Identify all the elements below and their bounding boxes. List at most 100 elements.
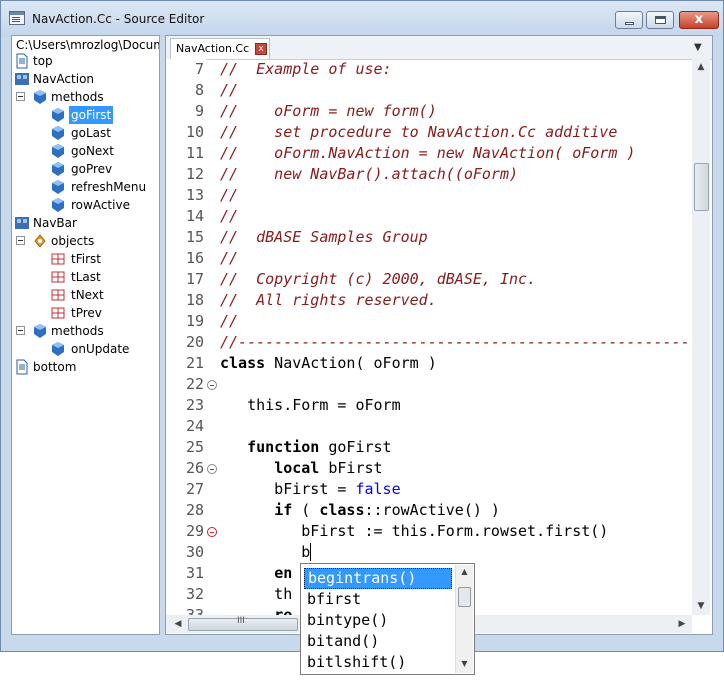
autocomplete-item[interactable]: begintrans() (304, 568, 452, 589)
scroll-left-icon[interactable]: ◀ (170, 615, 186, 633)
code-line: //--------------------------------------… (220, 333, 692, 351)
tree-item-methods[interactable]: methods (14, 88, 106, 106)
document-icon (16, 53, 28, 69)
method-cube-icon (52, 126, 64, 140)
maximize-button[interactable] (646, 11, 674, 29)
text-object-icon (51, 307, 65, 319)
scroll-down-icon[interactable]: ▼ (456, 659, 473, 668)
window-title: NavAction.Cc - Source Editor (32, 12, 205, 26)
code-line: // Copyright (c) 2000, dBASE, Inc. (220, 270, 537, 288)
objects-icon (34, 234, 46, 248)
code-line: bFirst := this.Form.rowset.first() (220, 522, 609, 540)
tree-item-objects[interactable]: objects (14, 232, 96, 250)
code-line: en (274, 564, 293, 582)
tree-item-top[interactable]: top (14, 52, 55, 70)
tree-item-goprev[interactable]: goPrev (14, 160, 114, 178)
tree-item-tnext[interactable]: tNext (14, 286, 106, 304)
tab-navaction[interactable]: NavAction.Cc x (170, 38, 270, 59)
code-line: // (220, 81, 239, 99)
methods-cube-icon (34, 324, 46, 338)
method-cube-icon (52, 144, 64, 158)
tree-item-tprev[interactable]: tPrev (14, 304, 104, 322)
code-text-area[interactable]: // Example of use: // // oForm = new for… (220, 59, 692, 615)
vertical-scrollbar[interactable]: ▲ ▼ (692, 59, 710, 615)
collapse-icon[interactable] (16, 92, 25, 101)
code-line: // Example of use: (220, 60, 392, 78)
code-line: // new NavBar().attach((oForm) (220, 165, 519, 183)
scroll-down-icon[interactable]: ▼ (692, 598, 710, 615)
tree-item-gofirst[interactable]: goFirst (14, 106, 114, 124)
fold-toggle-icon[interactable] (207, 527, 217, 537)
title-bar[interactable]: NavAction.Cc - Source Editor x (1, 1, 723, 37)
collapse-icon[interactable] (16, 236, 25, 245)
autocomplete-scrollbar[interactable]: ▲ ▼ (455, 565, 473, 673)
tree-item-onupdate[interactable]: onUpdate (14, 340, 131, 358)
text-object-icon (51, 289, 65, 301)
text-object-icon (51, 253, 65, 265)
code-line: b (220, 543, 312, 561)
code-line: class NavAction( oForm ) (220, 354, 437, 372)
autocomplete-popup[interactable]: begintrans() bfirst bintype() bitand() b… (300, 563, 475, 675)
autocomplete-item[interactable]: bitand() (304, 631, 452, 652)
methods-cube-icon (34, 90, 46, 104)
tab-strip: NavAction.Cc x ▼ (166, 36, 712, 60)
collapse-icon[interactable] (16, 326, 25, 335)
code-line: // (220, 207, 239, 225)
fold-toggle-icon[interactable] (207, 464, 217, 474)
tree-item-navbar-methods[interactable]: methods (14, 322, 106, 340)
method-cube-icon (52, 198, 64, 212)
code-line: // (220, 249, 239, 267)
autocomplete-scroll-thumb[interactable] (458, 587, 471, 607)
close-icon: x (694, 12, 704, 27)
code-line: // (220, 186, 239, 204)
method-cube-icon (52, 108, 64, 122)
autocomplete-item[interactable]: bintype() (304, 610, 452, 631)
class-icon (15, 73, 29, 85)
code-line: if ( class::rowActive() ) (274, 501, 500, 519)
code-line: this.Form = oForm (220, 396, 401, 414)
method-cube-icon (52, 162, 64, 176)
tree-item-tfirst[interactable]: tFirst (14, 250, 103, 268)
method-cube-icon (52, 342, 64, 356)
class-icon (15, 217, 29, 229)
code-line: local bFirst (274, 459, 383, 477)
tree-item-golast[interactable]: goLast (14, 124, 113, 142)
code-line: bFirst = false (220, 480, 401, 498)
vertical-scroll-thumb[interactable] (694, 163, 709, 211)
code-line: // set procedure to NavAction.Cc additiv… (220, 123, 618, 141)
horizontal-scroll-thumb[interactable]: III (188, 616, 298, 631)
tree-item-rowactive[interactable]: rowActive (14, 196, 132, 214)
code-line: re (274, 606, 293, 615)
line-number-gutter: 7 8 9 10 11 12 13 14 15 16 17 18 19 20 2… (166, 59, 217, 624)
tree-item-gonext[interactable]: goNext (14, 142, 116, 160)
code-line: th (220, 585, 293, 603)
text-cursor (310, 543, 312, 561)
close-button[interactable]: x (679, 11, 719, 29)
code-line: // (220, 312, 239, 330)
minimize-button[interactable] (615, 11, 643, 29)
tab-close-icon[interactable]: x (255, 43, 267, 55)
source-editor-window: NavAction.Cc - Source Editor x C:\Users\… (0, 0, 724, 652)
minimize-icon (625, 22, 634, 25)
structure-tree[interactable]: C:\Users\mrozlog\Docume top NavAction me… (11, 35, 160, 635)
maximize-icon (655, 16, 666, 24)
code-line: // oForm = new form() (220, 102, 437, 120)
tree-item-bottom[interactable]: bottom (14, 358, 78, 376)
code-editor[interactable]: NavAction.Cc x ▼ 7 8 9 10 11 12 13 14 15… (165, 35, 713, 635)
scroll-up-icon[interactable]: ▲ (456, 567, 473, 576)
source-editor-icon (9, 11, 25, 25)
scroll-up-icon[interactable]: ▲ (692, 59, 710, 76)
tree-item-navbar[interactable]: NavBar (14, 214, 79, 232)
tree-item-tlast[interactable]: tLast (14, 268, 103, 286)
tree-item-refreshmenu[interactable]: refreshMenu (14, 178, 148, 196)
document-icon (16, 359, 28, 375)
code-line: // oForm.NavAction = new NavAction( oFor… (220, 144, 636, 162)
scroll-right-icon[interactable]: ▶ (674, 615, 690, 633)
autocomplete-item[interactable]: bfirst (304, 589, 452, 610)
autocomplete-item[interactable]: bitlshift() (304, 652, 452, 673)
code-line: function goFirst (247, 438, 392, 456)
fold-toggle-icon[interactable] (207, 380, 217, 390)
tree-item-navaction[interactable]: NavAction (14, 70, 96, 88)
chevron-down-icon[interactable]: ▼ (694, 42, 702, 53)
code-line: // All rights reserved. (220, 291, 437, 309)
